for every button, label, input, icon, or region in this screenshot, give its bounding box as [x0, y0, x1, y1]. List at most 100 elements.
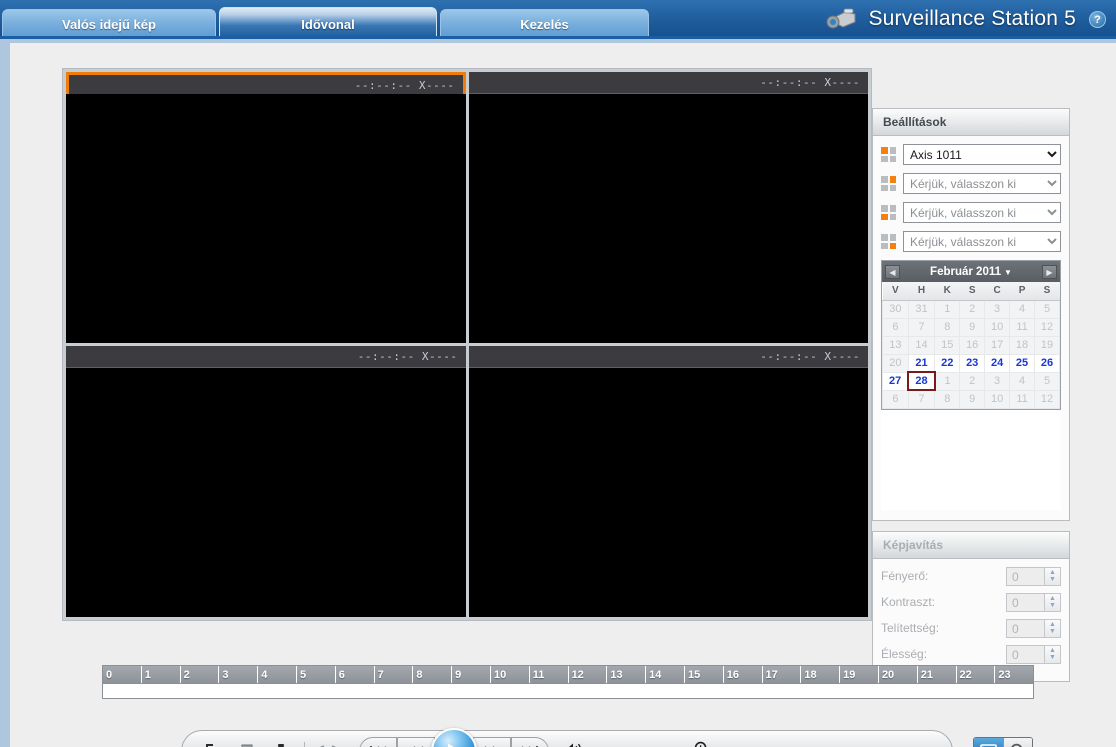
calendar-day-cell[interactable]: 6 — [882, 317, 909, 337]
calendar-day-cell[interactable]: 3 — [984, 371, 1011, 391]
calendar-day-cell[interactable]: 15 — [934, 335, 961, 355]
calendar-day-cell[interactable]: 4 — [1009, 371, 1035, 391]
timeline-view-icon[interactable] — [974, 738, 1003, 747]
calendar-day-cell[interactable]: 5 — [1034, 299, 1060, 319]
contrast-stepper[interactable]: ▲ ▼ — [1044, 592, 1061, 612]
calendar-day-cell[interactable]: 4 — [1009, 299, 1035, 319]
calendar-day-cell[interactable]: 21 — [907, 353, 936, 373]
timeline-hour-tick[interactable]: 1 — [142, 666, 181, 683]
calendar-title[interactable]: Február 2011 ▼ — [900, 266, 1042, 278]
calendar-day-cell[interactable]: 8 — [934, 317, 961, 337]
camera-select-2[interactable]: Kérjük, válasszon ki — [903, 173, 1061, 194]
sharpness-field[interactable]: 0 — [1006, 644, 1044, 664]
calendar-day-cell[interactable]: 11 — [1009, 317, 1035, 337]
calendar-next-icon[interactable]: ▶ — [1042, 264, 1057, 279]
calendar-day-cell[interactable]: 14 — [907, 335, 936, 355]
sharpness-stepper[interactable]: ▲ ▼ — [1044, 644, 1061, 664]
timeline-hour-tick[interactable]: 7 — [375, 666, 414, 683]
play-icon[interactable] — [431, 728, 477, 747]
calendar-day-cell[interactable]: 24 — [984, 353, 1011, 373]
calendar-day-cell[interactable]: 31 — [907, 299, 936, 319]
calendar-day-cell[interactable]: 9 — [959, 317, 986, 337]
zoom-in-icon[interactable] — [694, 741, 710, 747]
skip-back-icon[interactable] — [359, 737, 397, 747]
calendar-day-cell[interactable]: 23 — [959, 353, 986, 373]
timeline-hour-tick[interactable]: 11 — [530, 666, 569, 683]
brightness-field[interactable]: 0 — [1006, 566, 1044, 586]
calendar-day-cell[interactable]: 28 — [907, 371, 936, 391]
saturation-field[interactable]: 0 — [1006, 618, 1044, 638]
help-icon[interactable]: ? — [1089, 10, 1106, 28]
camera-select-1[interactable]: Axis 1011 — [903, 144, 1061, 165]
calendar-day-cell[interactable]: 7 — [907, 389, 936, 409]
calendar-day-cell[interactable]: 9 — [959, 389, 986, 409]
calendar-day-cell[interactable]: 2 — [959, 299, 986, 319]
timeline-hour-tick[interactable]: 10 — [491, 666, 530, 683]
timeline-hour-tick[interactable]: 20 — [879, 666, 918, 683]
calendar-day-cell[interactable]: 10 — [984, 317, 1011, 337]
video-cell-1-canvas[interactable] — [66, 94, 466, 343]
timeline-hour-tick[interactable]: 12 — [569, 666, 608, 683]
video-cell-2-canvas[interactable] — [468, 94, 868, 343]
video-cell-1[interactable]: --:--:-- X---- — [66, 72, 466, 343]
calendar-day-cell[interactable]: 16 — [959, 335, 986, 355]
tab-live-view[interactable]: Valós idejű kép — [2, 9, 216, 38]
link-icon[interactable] — [311, 736, 345, 747]
calendar-day-cell[interactable]: 30 — [882, 299, 909, 319]
timeline-hour-tick[interactable]: 21 — [918, 666, 957, 683]
download-icon[interactable] — [230, 736, 264, 747]
timeline-hour-tick[interactable]: 3 — [219, 666, 259, 683]
calendar-day-cell[interactable]: 7 — [907, 317, 936, 337]
rewind-icon[interactable] — [397, 737, 435, 747]
calendar-day-cell[interactable]: 19 — [1034, 335, 1060, 355]
fast-forward-icon[interactable] — [473, 737, 511, 747]
camera-select-3[interactable]: Kérjük, válasszon ki — [903, 202, 1061, 223]
timeline-hour-tick[interactable]: 13 — [607, 666, 647, 683]
timeline-hour-tick[interactable]: 23 — [995, 666, 1033, 683]
calendar-day-cell[interactable]: 22 — [934, 353, 961, 373]
timeline-hour-tick[interactable]: 5 — [297, 666, 336, 683]
calendar-day-cell[interactable]: 1 — [934, 299, 961, 319]
timeline-hour-tick[interactable]: 6 — [336, 666, 375, 683]
calendar-day-cell[interactable]: 5 — [1034, 371, 1060, 391]
calendar-day-cell[interactable]: 13 — [882, 335, 909, 355]
volume-icon[interactable] — [565, 742, 583, 747]
calendar-day-cell[interactable]: 12 — [1034, 317, 1060, 337]
timeline-hour-tick[interactable]: 22 — [957, 666, 996, 683]
contrast-field[interactable]: 0 — [1006, 592, 1044, 612]
timeline-hour-tick[interactable]: 16 — [724, 666, 763, 683]
calendar-day-cell[interactable]: 20 — [882, 353, 909, 373]
calendar-day-cell[interactable]: 6 — [882, 389, 909, 409]
tab-management[interactable]: Kezelés — [440, 9, 649, 38]
timeline-hour-tick[interactable]: 2 — [181, 666, 220, 683]
calendar-day-cell[interactable]: 18 — [1009, 335, 1035, 355]
snapshot-icon[interactable] — [264, 736, 298, 747]
calendar-day-cell[interactable]: 8 — [934, 389, 961, 409]
calendar-day-cell[interactable]: 1 — [934, 371, 961, 391]
calendar-day-cell[interactable]: 11 — [1009, 389, 1035, 409]
calendar-day-cell[interactable]: 12 — [1034, 389, 1060, 409]
video-cell-4[interactable]: --:--:-- X---- — [468, 346, 868, 617]
video-cell-3[interactable]: --:--:-- X---- — [66, 346, 466, 617]
calendar-day-cell[interactable]: 2 — [959, 371, 986, 391]
saturation-stepper[interactable]: ▲ ▼ — [1044, 618, 1061, 638]
timeline-hour-tick[interactable]: 18 — [801, 666, 841, 683]
timeline-hour-tick[interactable]: 15 — [685, 666, 724, 683]
tab-timeline[interactable]: Idővonal — [219, 7, 437, 38]
brightness-stepper[interactable]: ▲ ▼ — [1044, 566, 1061, 586]
timeline-hour-tick[interactable]: 9 — [452, 666, 491, 683]
timeline-ruler[interactable]: 0 1 2 3 4 5 6 7 8 9 10 11 12 13 14 15 16 17 18 19 20 21 22 23 — [102, 665, 1034, 683]
calendar-day-cell[interactable]: 17 — [984, 335, 1011, 355]
calendar-day-cell[interactable]: 26 — [1034, 353, 1060, 373]
timeline-track[interactable] — [102, 683, 1034, 699]
timeline-hour-tick[interactable]: 19 — [840, 666, 879, 683]
calendar-day-cell[interactable]: 10 — [984, 389, 1011, 409]
calendar-prev-icon[interactable]: ◀ — [885, 264, 900, 279]
camera-select-4[interactable]: Kérjük, válasszon ki — [903, 231, 1061, 252]
timeline-hour-tick[interactable]: 17 — [763, 666, 802, 683]
search-view-icon[interactable] — [1003, 738, 1032, 747]
calendar-day-cell[interactable]: 25 — [1009, 353, 1035, 373]
export-icon[interactable] — [196, 736, 230, 747]
video-cell-2[interactable]: --:--:-- X---- — [468, 72, 868, 343]
timeline-hour-tick[interactable]: 14 — [646, 666, 685, 683]
